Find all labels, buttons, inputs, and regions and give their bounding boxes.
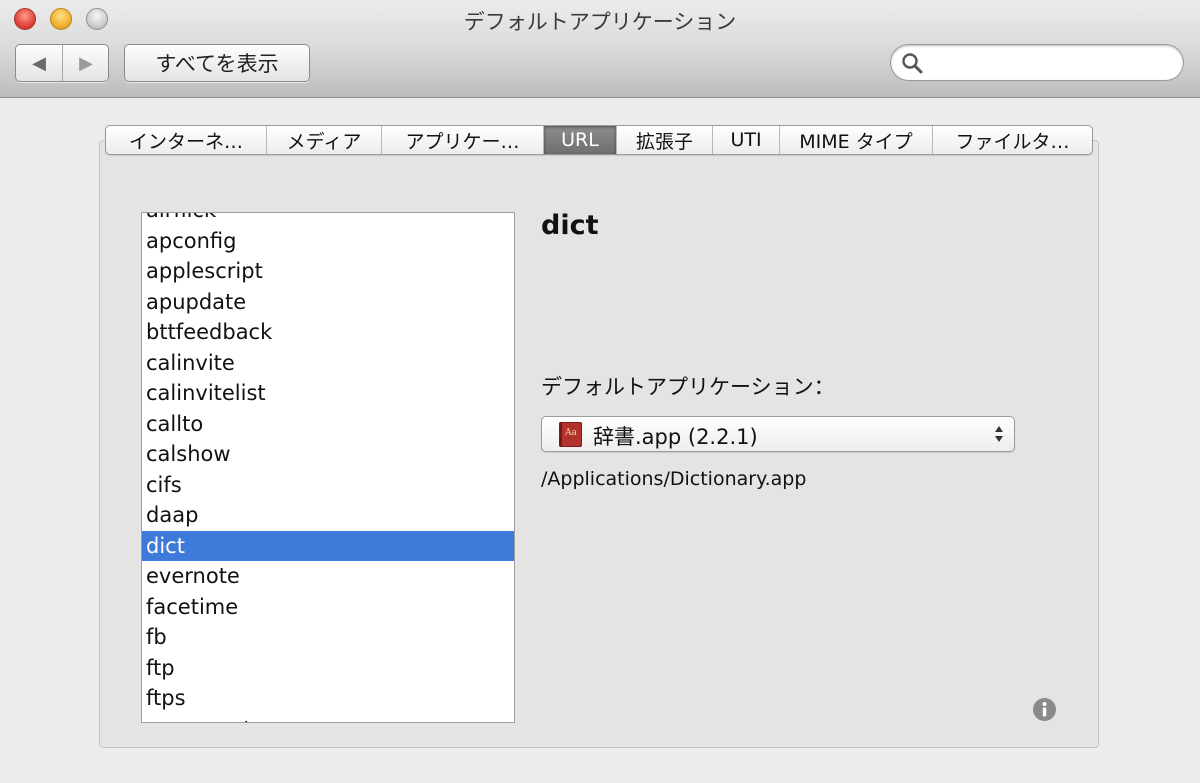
info-icon[interactable]	[1032, 697, 1057, 722]
list-item[interactable]: calinvitelist	[142, 378, 514, 409]
back-forward-control: ◀ ▶	[15, 44, 109, 82]
list-item[interactable]: ftp	[142, 653, 514, 684]
search-icon	[902, 53, 923, 74]
show-all-button[interactable]: すべてを表示	[124, 44, 310, 82]
default-app-label: デフォルトアプリケーション：	[541, 375, 835, 399]
tab-internet[interactable]: インターネ…	[106, 126, 266, 154]
category-tabs: インターネ… メディア アプリケー… URL 拡張子 UTI MIME タイプ …	[105, 125, 1093, 155]
list-item[interactable]: calshow	[142, 439, 514, 470]
url-scheme-list[interactable]: airflick apconfig applescript apupdate b…	[141, 212, 515, 723]
list-item[interactable]: callto	[142, 409, 514, 440]
tab-uti[interactable]: UTI	[712, 126, 779, 154]
tab-extensions[interactable]: 拡張子	[616, 126, 712, 154]
default-app-popup-label: 辞書.app (2.2.1)	[593, 425, 758, 449]
list-item[interactable]: cifs	[142, 470, 514, 501]
preferences-window: デフォルトアプリケーション ◀ ▶ すべてを表示 インターネ… メディア アプリ…	[0, 0, 1200, 783]
app-path: /Applications/Dictionary.app	[541, 468, 807, 490]
forward-button[interactable]: ▶	[63, 45, 109, 81]
toolbar: デフォルトアプリケーション ◀ ▶ すべてを表示	[0, 0, 1200, 98]
tab-file-types[interactable]: ファイルタ…	[932, 126, 1092, 154]
tab-applications[interactable]: アプリケー…	[381, 126, 543, 154]
list-item[interactable]: evernote	[142, 561, 514, 592]
back-arrow-icon: ◀	[32, 52, 46, 74]
selected-scheme-title: dict	[541, 210, 599, 241]
search-input[interactable]	[929, 50, 1173, 77]
list-item[interactable]: applescript	[142, 256, 514, 287]
list-item[interactable]: apupdate	[142, 287, 514, 318]
list-item[interactable]: gamecenter	[142, 714, 514, 723]
list-item[interactable]: facetime	[142, 592, 514, 623]
list-item[interactable]: calinvite	[142, 348, 514, 379]
list-item[interactable]: daap	[142, 500, 514, 531]
up-down-arrows-icon	[995, 426, 1003, 442]
tab-media[interactable]: メディア	[266, 126, 381, 154]
list-item[interactable]: dict	[142, 530, 514, 561]
list-item[interactable]: bttfeedback	[142, 317, 514, 348]
search-field[interactable]	[890, 44, 1184, 81]
list-item[interactable]: fb	[142, 622, 514, 653]
list-item[interactable]: airflick	[142, 213, 514, 226]
list-item[interactable]: apconfig	[142, 226, 514, 257]
window-title: デフォルトアプリケーション	[463, 10, 737, 34]
default-app-popup[interactable]: 辞書.app (2.2.1)	[541, 416, 1015, 452]
tab-mime-types[interactable]: MIME タイプ	[779, 126, 932, 154]
back-button[interactable]: ◀	[16, 45, 63, 81]
dictionary-app-icon	[559, 422, 582, 447]
list-item[interactable]: ftps	[142, 683, 514, 714]
forward-arrow-icon: ▶	[79, 52, 93, 74]
tab-url[interactable]: URL	[543, 126, 616, 154]
